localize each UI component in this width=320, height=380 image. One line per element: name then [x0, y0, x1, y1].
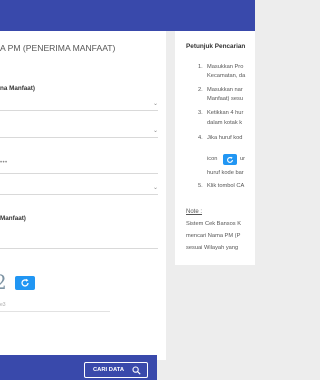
instructions-card: Petunjuk Pencarian 1. Masukkan Pro Kecam… [175, 31, 255, 265]
masked-value: ••• [0, 160, 8, 166]
captcha-text: 2 [0, 272, 7, 293]
captcha-image: 2 [0, 272, 11, 293]
refresh-captcha-button[interactable] [15, 276, 35, 290]
refresh-icon [227, 156, 233, 163]
step-text: Ketikkan 4 hur [207, 110, 244, 116]
search-button-label: CARI DATA [93, 367, 125, 373]
note-title: Note : [186, 209, 203, 215]
step-text: huruf kode bar [207, 170, 244, 176]
district-select[interactable]: ⌄ [0, 181, 158, 195]
province-select[interactable]: ⌄ [0, 97, 158, 111]
step-text: Kecamatan, da [207, 73, 246, 79]
refresh-icon-example [223, 154, 237, 165]
note-text: Sistem Cek Bansos K [186, 221, 242, 227]
field-label-beneficiary: Manfaat) [0, 215, 26, 222]
top-app-bar [0, 0, 255, 31]
masked-input[interactable]: ••• [0, 160, 158, 174]
search-form-card: A PM (PENERIMA MANFAAT) na Manfaat) ⌄ ⌄ … [0, 31, 166, 380]
captcha-hint: e3 [0, 302, 6, 308]
field-label-pm-name: na Manfaat) [0, 85, 35, 92]
step-text: dalam kotak k [207, 120, 243, 126]
step-text: Manfaat) sesu [207, 96, 244, 102]
regency-select[interactable]: ⌄ [0, 124, 158, 138]
step-number: 3. [198, 110, 203, 116]
instructions-title: Petunjuk Pencarian [186, 43, 246, 50]
refresh-icon [21, 278, 29, 287]
search-icon [132, 366, 141, 375]
step-number: 2. [198, 87, 203, 93]
search-data-button[interactable]: CARI DATA [84, 362, 148, 378]
note-text: sesuai Wilayah yang [186, 245, 239, 251]
step-text: Jika huruf kod [207, 135, 243, 141]
step-text: ur [240, 156, 246, 162]
step-text: icon [207, 156, 218, 162]
chevron-down-icon: ⌄ [152, 128, 158, 134]
step-number: 1. [198, 64, 203, 70]
step-number: 5. [198, 183, 203, 189]
captcha-input[interactable] [0, 311, 110, 312]
chevron-down-icon: ⌄ [152, 185, 158, 191]
beneficiary-name-input[interactable] [0, 224, 158, 249]
step-text: Klik tombol CA [207, 183, 245, 189]
step-number: 4. [198, 135, 203, 141]
form-title: A PM (PENERIMA MANFAAT) [0, 43, 116, 53]
chevron-down-icon: ⌄ [152, 101, 158, 107]
note-text: mencari Nama PM (P [186, 233, 241, 239]
